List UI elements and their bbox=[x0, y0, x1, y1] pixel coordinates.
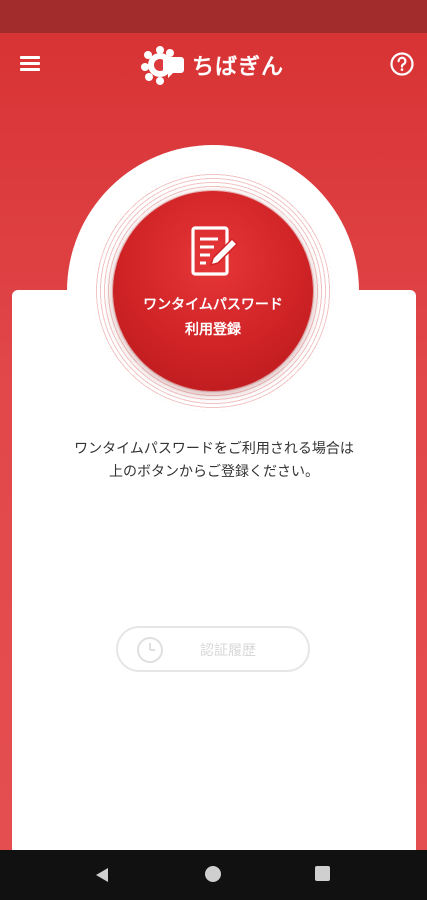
auth-history-button[interactable]: 認証履歴 bbox=[116, 626, 310, 672]
register-button-subtitle: 利用登録 bbox=[185, 322, 241, 338]
menu-icon-bar bbox=[20, 68, 40, 71]
edit-document-icon bbox=[191, 226, 238, 276]
chibagin-logo: ちばぎん bbox=[140, 43, 300, 87]
onetime-password-register-button[interactable]: ワンタイムパスワード 利用登録 bbox=[113, 191, 313, 391]
recent-apps-icon[interactable] bbox=[315, 866, 330, 881]
menu-button[interactable] bbox=[15, 50, 47, 80]
register-button-title: ワンタイムパスワード bbox=[143, 297, 283, 313]
menu-icon-bar bbox=[20, 62, 40, 65]
instruction-line-1: ワンタイムパスワードをご利用される場合は bbox=[74, 441, 354, 457]
auth-history-label: 認証履歴 bbox=[200, 643, 256, 659]
home-icon[interactable] bbox=[205, 866, 221, 882]
status-bar bbox=[0, 0, 427, 33]
logo-text: ちばぎん bbox=[192, 55, 285, 80]
instruction-text: ワンタイムパスワードをご利用される場合は 上のボタンからご登録ください。 bbox=[12, 438, 416, 484]
menu-icon-bar bbox=[20, 56, 40, 59]
help-button[interactable] bbox=[389, 51, 415, 77]
app-header: ちばぎん bbox=[0, 33, 427, 95]
android-navigation-bar bbox=[0, 850, 427, 900]
clock-icon bbox=[137, 637, 163, 663]
back-icon[interactable] bbox=[93, 866, 111, 884]
instruction-line-2: 上のボタンからご登録ください。 bbox=[109, 464, 319, 480]
flower-logo-icon bbox=[141, 46, 184, 85]
question-circle-icon bbox=[390, 52, 414, 76]
